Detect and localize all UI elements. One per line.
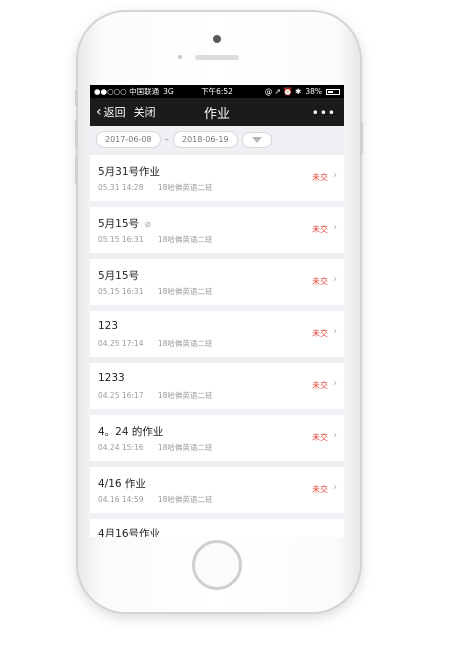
item-datetime: 04.25 16:17 bbox=[98, 391, 144, 400]
status-badge: 未交 bbox=[312, 381, 328, 390]
item-title: 4月16号作业 bbox=[98, 528, 161, 537]
chevron-right-icon: › bbox=[333, 430, 337, 441]
item-class: 18哈佛英语二班 bbox=[157, 287, 213, 296]
caret-down-icon bbox=[251, 136, 262, 143]
chevron-right-icon: › bbox=[333, 482, 337, 493]
list-item[interactable]: 5月31号作业 05.31 14:28 18哈佛英语二班 未交 › bbox=[90, 155, 344, 201]
list-item[interactable]: 4月16号作业 bbox=[90, 519, 344, 537]
status-bar: ●●○○○ 中国联通 3G 下午6:52 @ ↗ ⏰ ✱ 38% bbox=[90, 85, 344, 98]
item-class: 18哈佛英语二班 bbox=[157, 235, 213, 244]
volume-up-button bbox=[75, 120, 78, 148]
chevron-right-icon: › bbox=[333, 326, 337, 337]
status-badge: 未交 bbox=[312, 173, 328, 182]
end-date-picker[interactable]: 2018-06-19 bbox=[173, 131, 238, 148]
item-title: 5月15号 bbox=[98, 218, 140, 230]
front-camera bbox=[213, 35, 221, 43]
status-badge: 未交 bbox=[312, 277, 328, 286]
nav-bar: ‹ 返回 关闭 作业 ••• bbox=[90, 98, 344, 126]
close-button[interactable]: 关闭 bbox=[134, 104, 156, 120]
chevron-right-icon: › bbox=[333, 222, 337, 233]
item-class: 18哈佛英语二班 bbox=[157, 183, 213, 192]
list-item[interactable]: 4/16 作业 04.16 14:59 18哈佛英语二班 未交 › bbox=[90, 467, 344, 513]
proximity-sensor bbox=[178, 55, 182, 59]
mute-switch bbox=[75, 90, 78, 106]
attachment-icon: ⊘ bbox=[144, 220, 152, 229]
item-title: 4。24 的作业 bbox=[98, 426, 164, 438]
more-icon[interactable]: ••• bbox=[312, 106, 336, 120]
item-datetime: 04.24 15:16 bbox=[98, 443, 144, 452]
battery-icon bbox=[326, 88, 340, 95]
item-datetime: 05.15 16:31 bbox=[98, 235, 144, 244]
item-class: 18哈佛英语二班 bbox=[157, 339, 213, 348]
back-button[interactable]: ‹ 返回 bbox=[90, 104, 126, 120]
status-badge: 未交 bbox=[312, 225, 328, 234]
home-button[interactable] bbox=[192, 540, 242, 590]
item-datetime: 04.25 17:14 bbox=[98, 339, 144, 348]
item-title: 1233 bbox=[98, 372, 125, 384]
homework-list: 5月31号作业 05.31 14:28 18哈佛英语二班 未交 › 5月15号 … bbox=[90, 153, 344, 537]
list-item[interactable]: 4。24 的作业 04.24 15:16 18哈佛英语二班 未交 › bbox=[90, 415, 344, 461]
item-datetime: 04.16 14:59 bbox=[98, 495, 144, 504]
item-datetime: 05.31 14:28 bbox=[98, 183, 144, 192]
item-class: 18哈佛英语二班 bbox=[157, 391, 213, 400]
power-button bbox=[360, 122, 363, 154]
status-badge: 未交 bbox=[312, 485, 328, 494]
item-title: 5月15号 bbox=[98, 270, 140, 282]
status-time: 下午6:52 bbox=[201, 87, 233, 96]
phone-frame: ●●○○○ 中国联通 3G 下午6:52 @ ↗ ⏰ ✱ 38% ‹ 返回 关闭… bbox=[75, 12, 363, 612]
page-title: 作业 bbox=[203, 106, 230, 122]
chevron-right-icon: › bbox=[333, 378, 337, 389]
item-class: 18哈佛英语二班 bbox=[157, 495, 213, 504]
item-class: 18哈佛英语二班 bbox=[157, 443, 213, 452]
volume-down-button bbox=[75, 156, 78, 184]
start-date-picker[interactable]: 2017-06-08 bbox=[96, 131, 161, 148]
list-item[interactable]: 5月15号 ⊘ 05.15 16:31 18哈佛英语二班 未交 › bbox=[90, 207, 344, 253]
chevron-right-icon: › bbox=[333, 274, 337, 285]
chevron-left-icon: ‹ bbox=[96, 104, 102, 120]
status-badge: 未交 bbox=[312, 329, 328, 338]
earpiece-speaker bbox=[195, 55, 239, 60]
item-title: 5月31号作业 bbox=[98, 166, 161, 178]
list-item[interactable]: 1233 04.25 16:17 18哈佛英语二班 未交 › bbox=[90, 363, 344, 409]
date-separator: – bbox=[164, 134, 170, 145]
status-badge: 未交 bbox=[312, 433, 328, 442]
screen: ●●○○○ 中国联通 3G 下午6:52 @ ↗ ⏰ ✱ 38% ‹ 返回 关闭… bbox=[90, 85, 344, 537]
item-title: 4/16 作业 bbox=[98, 478, 146, 490]
item-title: 123 bbox=[98, 320, 119, 332]
list-item[interactable]: 123 04.25 17:14 18哈佛英语二班 未交 › bbox=[90, 311, 344, 357]
date-filter: 2017-06-08 – 2018-06-19 bbox=[90, 126, 344, 153]
list-item[interactable]: 5月15号 05.15 16:31 18哈佛英语二班 未交 › bbox=[90, 259, 344, 305]
item-datetime: 05.15 16:31 bbox=[98, 287, 144, 296]
filter-dropdown-button[interactable] bbox=[241, 131, 272, 148]
back-label: 返回 bbox=[103, 106, 126, 119]
chevron-right-icon: › bbox=[333, 170, 337, 181]
